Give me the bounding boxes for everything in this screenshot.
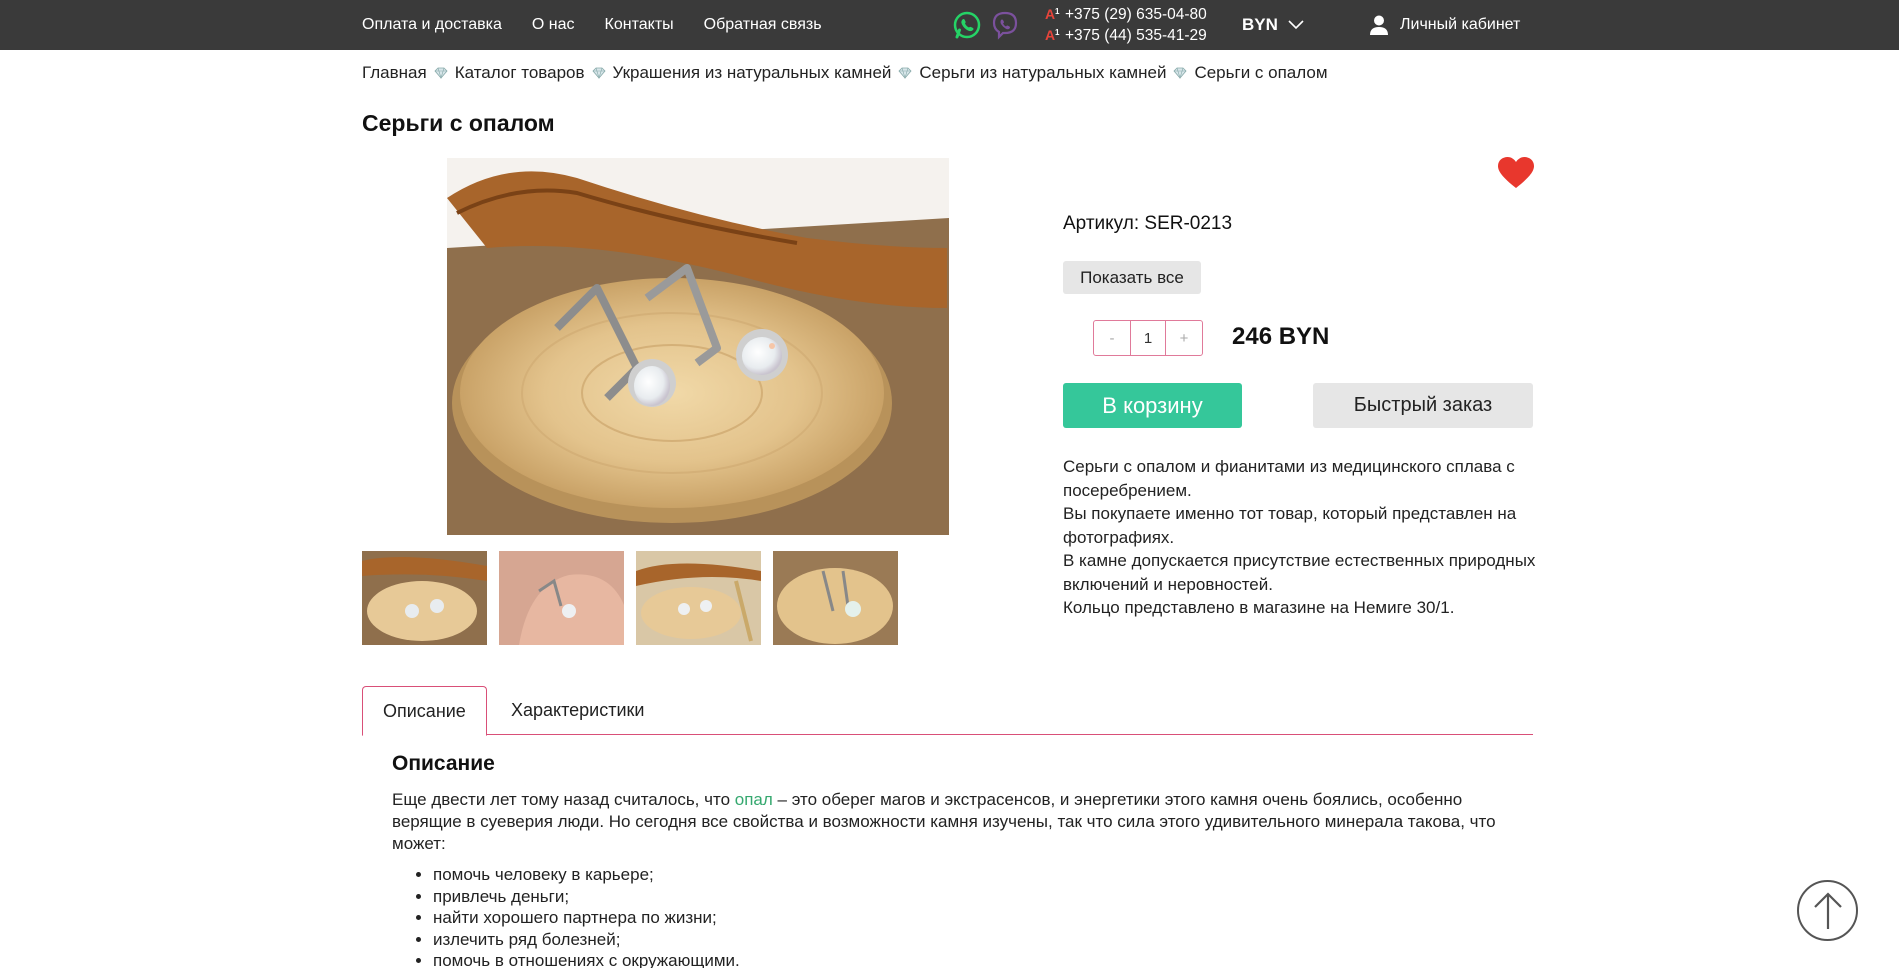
quantity-input[interactable]: 1 <box>1130 321 1166 355</box>
phone-row-1: A1 +375 (29) 635-04-80 <box>1045 4 1207 25</box>
nav-contacts[interactable]: Контакты <box>605 16 674 34</box>
breadcrumb: Главная Каталог товаров Украшения из нат… <box>362 63 1328 83</box>
arrow-up-icon <box>1813 891 1842 929</box>
breadcrumb-current: Серьги с опалом <box>1194 63 1328 82</box>
top-bar: Оплата и доставка О нас Контакты Обратна… <box>0 0 1899 50</box>
nav-feedback[interactable]: Обратная связь <box>704 16 822 34</box>
description-heading: Описание <box>392 752 495 775</box>
description-intro: Еще двести лет тому назад считалось, что… <box>392 790 1496 853</box>
page-title: Серьги с опалом <box>362 110 555 136</box>
account-label: Личный кабинет <box>1400 16 1521 33</box>
nav-delivery[interactable]: Оплата и доставка <box>362 16 502 34</box>
gem-separator-icon <box>898 67 912 79</box>
breadcrumb-catalog[interactable]: Каталог товаров <box>455 63 585 83</box>
description-line: Серьги с опалом и фианитами из медицинск… <box>1063 457 1515 500</box>
favorite-heart-icon[interactable] <box>1498 157 1534 189</box>
user-icon <box>1370 15 1388 35</box>
description-line: В камне допускается присутствие естестве… <box>1063 551 1536 594</box>
currency-label: BYN <box>1242 15 1278 34</box>
quick-order-button[interactable]: Быстрый заказ <box>1313 383 1533 428</box>
gem-separator-icon <box>591 67 606 79</box>
nav-about[interactable]: О нас <box>532 16 575 34</box>
list-item: помочь человеку в карьере; <box>433 864 740 886</box>
account-link[interactable]: Личный кабинет <box>1370 0 1520 50</box>
phone-1[interactable]: +375 (29) 635-04-80 <box>1065 4 1207 25</box>
quantity-decrease-button[interactable]: - <box>1094 321 1130 355</box>
product-short-description: Серьги с опалом и фианитами из медицинск… <box>1063 455 1543 620</box>
thumbnail-1[interactable] <box>362 551 487 645</box>
phone-row-2: A1 +375 (44) 535-41-29 <box>1045 25 1207 46</box>
messengers <box>952 10 1020 40</box>
description-line: Вы покупаете именно тот товар, который п… <box>1063 504 1517 547</box>
product-main-photo[interactable] <box>447 158 949 535</box>
chevron-down-icon <box>1288 20 1304 30</box>
benefits-list: помочь человеку в карьере; привлечь день… <box>433 864 740 968</box>
product-photo-image <box>447 158 949 535</box>
gem-separator-icon <box>434 67 448 79</box>
quantity-stepper: - 1 + <box>1093 320 1203 356</box>
opal-link[interactable]: опал <box>735 790 773 809</box>
list-item: найти хорошего партнера по жизни; <box>433 907 740 929</box>
whatsapp-icon[interactable] <box>952 10 982 40</box>
phones: A1 +375 (29) 635-04-80 A1 +375 (44) 535-… <box>1045 4 1207 46</box>
product-tabs: Описание Характеристики <box>362 686 1533 736</box>
scroll-to-top-button[interactable] <box>1797 880 1858 941</box>
breadcrumb-stones[interactable]: Украшения из натуральных камней <box>613 63 892 83</box>
top-nav: Оплата и доставка О нас Контакты Обратна… <box>362 0 822 50</box>
thumbnail-3[interactable] <box>636 551 761 645</box>
breadcrumb-earrings[interactable]: Серьги из натуральных камней <box>919 63 1166 83</box>
tab-characteristics[interactable]: Характеристики <box>490 686 665 735</box>
description-line: Кольцо представлено в магазине на Немиге… <box>1063 598 1455 617</box>
operator-logo: A1 <box>1045 27 1060 43</box>
gem-separator-icon <box>1173 67 1187 79</box>
list-item: излечить ряд болезней; <box>433 929 740 951</box>
product-sku: Артикул: SER-0213 <box>1063 213 1233 234</box>
add-to-cart-button[interactable]: В корзину <box>1063 383 1242 428</box>
thumbnail-2[interactable] <box>499 551 624 645</box>
quantity-increase-button[interactable]: + <box>1166 321 1202 355</box>
phone-2[interactable]: +375 (44) 535-41-29 <box>1065 25 1207 46</box>
list-item: помочь в отношениях с окружающими. <box>433 950 740 968</box>
product-price: 246 BYN <box>1232 323 1330 350</box>
list-item: привлечь деньги; <box>433 886 740 908</box>
viber-icon[interactable] <box>990 10 1020 40</box>
breadcrumb-home[interactable]: Главная <box>362 63 427 83</box>
thumbnail-4[interactable] <box>773 551 898 645</box>
currency-selector[interactable]: BYN <box>1242 0 1304 50</box>
thumbnails <box>362 551 898 645</box>
tab-description[interactable]: Описание <box>362 686 487 736</box>
show-all-button[interactable]: Показать все <box>1063 261 1201 294</box>
